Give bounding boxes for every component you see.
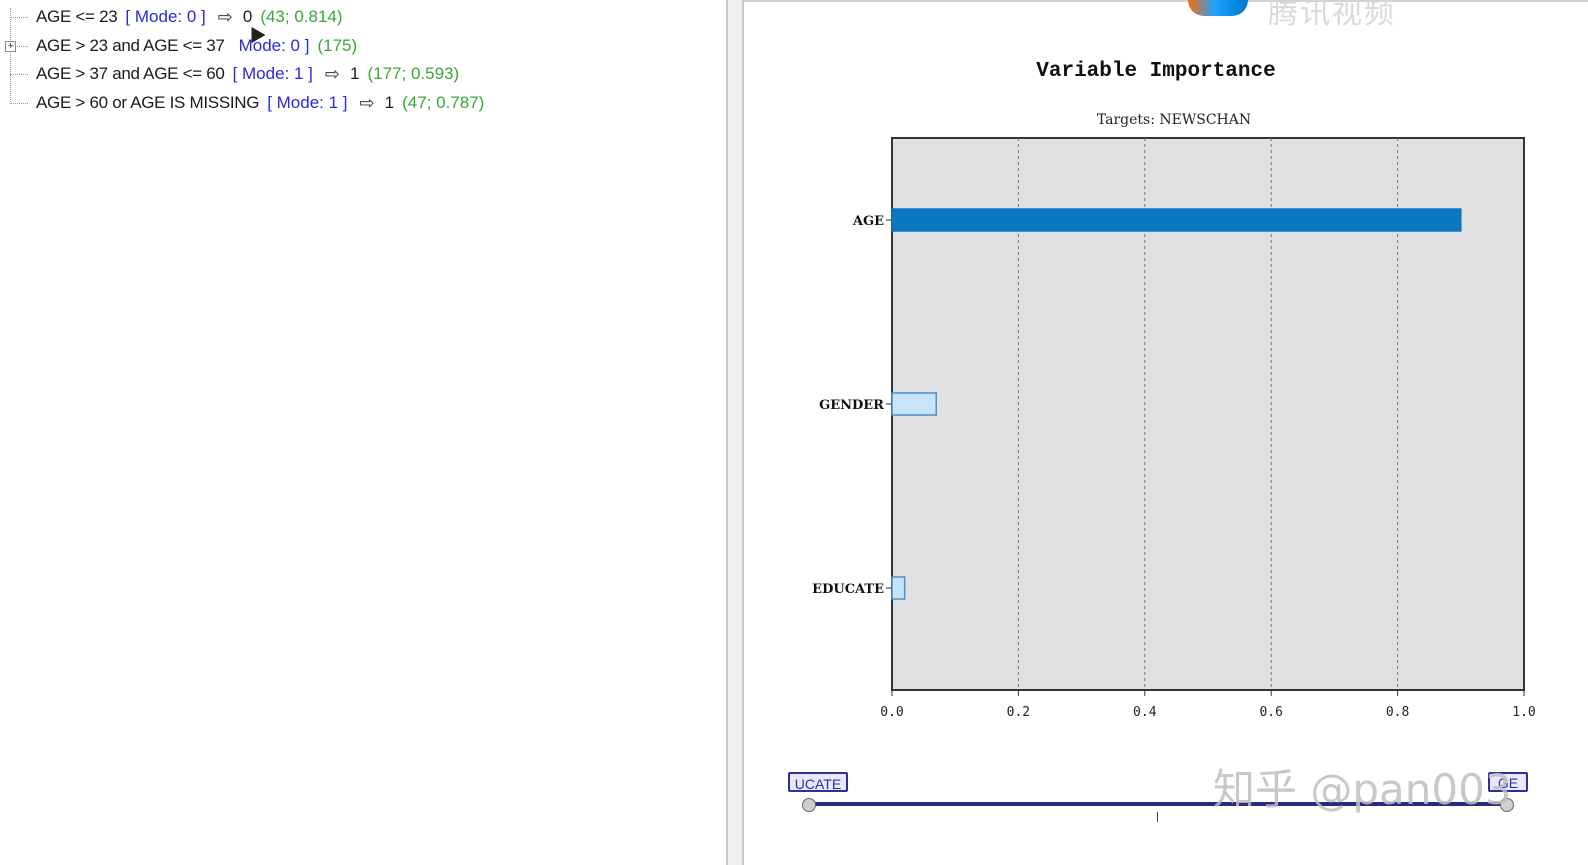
slider-tick: [1157, 812, 1158, 822]
variable-importance-chart: 0.0 0.2 0.4 0.6 0.8 1.0 AGE GENDER EDUCATE: [812, 137, 1536, 720]
logo-text: 腾讯视频: [1268, 0, 1396, 31]
rule-stats: (43; 0.814): [260, 7, 343, 26]
y-category-label: AGE: [852, 214, 884, 229]
rule-mode: [ Mode: 0 ]: [125, 7, 206, 26]
rule-mode: [ Mode: 1 ]: [267, 93, 348, 112]
slider-left-label: UCATE: [788, 772, 848, 792]
x-tick-label: 0.2: [1007, 705, 1030, 720]
rule-mode: [ Mode: 1 ]: [232, 64, 313, 83]
tree-branch: [10, 16, 28, 18]
tree-branch: [10, 45, 28, 47]
chart-title: Variable Importance: [1036, 60, 1276, 83]
tree-branch: [10, 102, 28, 104]
x-tick-label: 0.6: [1259, 705, 1282, 720]
rule-condition: AGE <= 23: [36, 7, 118, 26]
bar-age: [891, 208, 1462, 232]
y-category-label: EDUCATE: [812, 582, 884, 597]
rule-condition: AGE > 23 and AGE <= 37: [36, 36, 225, 55]
rule-row-2[interactable]: AGE > 37 and AGE <= 60 [ Mode: 1 ] ⇨ 1 (…: [10, 62, 459, 86]
x-tick-label: 0.8: [1386, 705, 1409, 720]
rule-row-3[interactable]: AGE > 60 or AGE IS MISSING [ Mode: 1 ] ⇨…: [10, 91, 484, 115]
x-tick-label: 0.0: [880, 705, 903, 720]
rule-prediction: 0: [242, 7, 253, 26]
slider-handle-left[interactable]: [802, 798, 816, 812]
arrow-right-icon: ⇨: [359, 92, 375, 113]
x-tick-label: 0.4: [1133, 705, 1157, 720]
watermark-text: 知乎 @pan003: [1213, 765, 1512, 814]
rule-stats: (47; 0.787): [402, 93, 485, 112]
y-category-label: GENDER: [819, 398, 884, 413]
rule-tree-pane: AGE <= 23 [ Mode: 0 ] ⇨ 0 (43; 0.814) + …: [0, 0, 728, 865]
rule-prediction: 1: [350, 64, 360, 83]
tree-branch: [10, 73, 28, 75]
pane-splitter[interactable]: [728, 0, 744, 865]
x-tick-label: 1.0: [1512, 705, 1535, 720]
rule-condition: AGE > 37 and AGE <= 60: [36, 64, 225, 83]
bar-educate: [891, 576, 906, 600]
chart-subtitle: Targets: NEWSCHAN: [1096, 112, 1252, 128]
arrow-right-icon: ⇨: [217, 6, 233, 27]
rule-stats: (175): [317, 36, 358, 55]
video-logo-icon: [1188, 0, 1248, 16]
bar-gender: [891, 392, 937, 416]
rule-row-1[interactable]: AGE > 23 and AGE <= 37 Mode: 0 ] (175): [10, 34, 357, 58]
rule-stats: (177; 0.593): [367, 64, 460, 83]
rule-prediction: 1: [384, 93, 395, 112]
rule-condition: AGE > 60 or AGE IS MISSING: [36, 93, 260, 112]
rule-row-0[interactable]: AGE <= 23 [ Mode: 0 ] ⇨ 0 (43; 0.814): [10, 5, 343, 29]
arrow-right-icon: ⇨: [324, 63, 340, 84]
